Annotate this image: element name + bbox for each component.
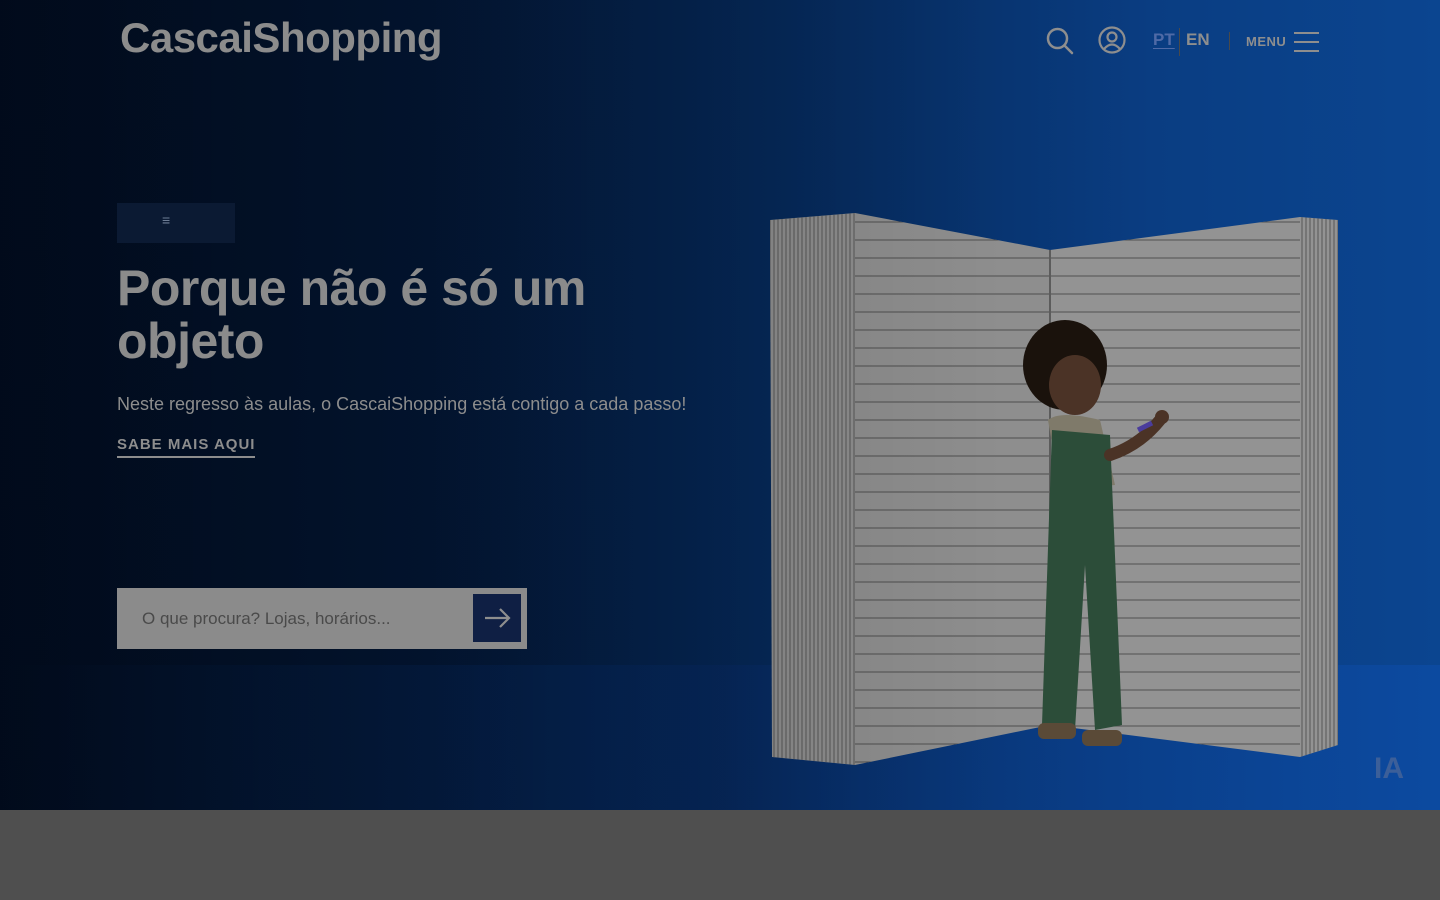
language-en[interactable]: EN <box>1186 30 1210 50</box>
site-logo[interactable]: CascaiShopping <box>120 14 443 62</box>
hero-title: Porque não é só um objeto <box>117 260 586 369</box>
search-form <box>117 588 527 649</box>
hero-subtitle: Neste regresso às aulas, o CascaiShoppin… <box>117 394 687 414</box>
search-icon[interactable] <box>1045 26 1075 56</box>
badge-icon: ≡ <box>162 212 171 228</box>
learn-more-link[interactable]: SABE MAIS AQUI <box>117 436 256 458</box>
ia-mark: IA <box>1374 752 1404 785</box>
language-pt[interactable]: PT <box>1153 30 1175 50</box>
arrow-right-icon <box>485 608 511 628</box>
menu-label[interactable]: MENU <box>1246 34 1286 49</box>
search-input[interactable] <box>117 588 469 649</box>
search-submit-button[interactable] <box>473 594 521 642</box>
hero-section: CascaiShopping PT EN MENU ≡ Porque não é… <box>0 0 1440 810</box>
hero-badge <box>117 203 235 243</box>
hamburger-menu-icon[interactable] <box>1294 32 1319 52</box>
menu-divider <box>1229 32 1230 50</box>
language-divider <box>1179 28 1180 56</box>
user-circle-icon[interactable] <box>1097 25 1127 55</box>
page-lower-area <box>0 810 1440 900</box>
